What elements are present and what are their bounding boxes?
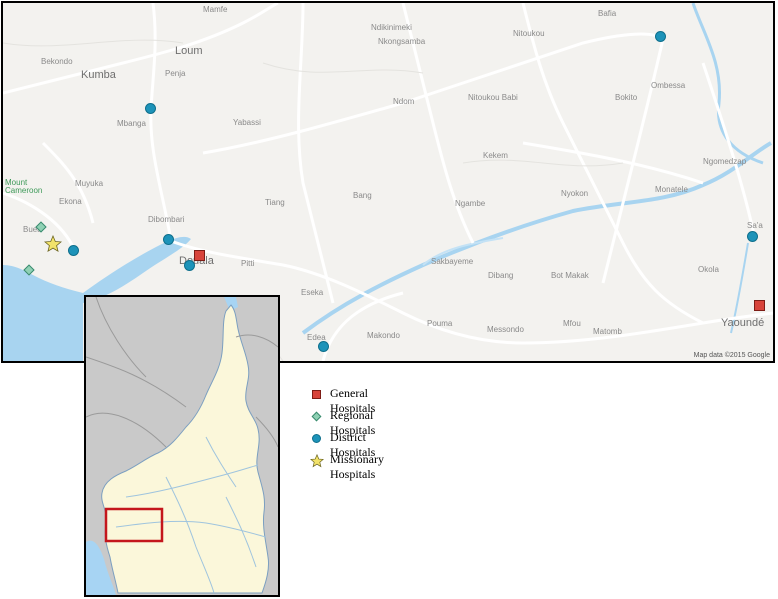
place-label: Makondo xyxy=(367,331,400,340)
place-label: Penja xyxy=(165,69,186,78)
place-label: Nkongsamba xyxy=(378,37,426,46)
place-label: Dibang xyxy=(488,271,514,280)
place-label: Monatele xyxy=(655,185,688,194)
place-label: Matomb xyxy=(593,327,622,336)
place-label: Ngambe xyxy=(455,199,486,208)
district-hospital-marker[interactable] xyxy=(163,234,174,245)
inset-map xyxy=(84,295,280,597)
place-label: Bekondo xyxy=(41,57,73,66)
district-hospital-marker[interactable] xyxy=(68,245,79,256)
place-label: Yabassi xyxy=(233,118,261,127)
square-icon xyxy=(312,390,321,399)
place-label: Ngomedzap xyxy=(703,157,747,166)
wouri-estuary xyxy=(83,236,191,303)
place-label: Ekona xyxy=(59,197,82,206)
star-icon xyxy=(44,235,62,253)
place-label: Loum xyxy=(175,45,203,57)
place-label: Pitti xyxy=(241,259,255,268)
district-hospital-marker[interactable] xyxy=(655,31,666,42)
district-hospital-marker[interactable] xyxy=(318,341,329,352)
district-hospital-marker[interactable] xyxy=(184,260,195,271)
place-label: Yaoundé xyxy=(721,317,765,329)
inset-map-svg xyxy=(86,297,278,595)
place-label: Mfou xyxy=(563,319,581,328)
place-label: Nitoukou Babi xyxy=(468,93,518,102)
map-attribution: Map data ©2015 Google xyxy=(693,352,770,359)
general-hospital-marker[interactable] xyxy=(194,250,205,261)
place-label: Mamfe xyxy=(203,5,228,14)
place-label: Ombessa xyxy=(651,81,686,90)
place-label: Eseka xyxy=(301,288,324,297)
sea-area xyxy=(3,265,83,361)
general-hospital-marker[interactable] xyxy=(754,300,765,311)
place-label: Bang xyxy=(353,191,372,200)
place-label: Sa'a xyxy=(747,221,763,230)
star-icon xyxy=(309,453,325,473)
district-hospital-marker[interactable] xyxy=(747,231,758,242)
place-label: Messondo xyxy=(487,325,524,334)
diamond-icon xyxy=(311,411,322,422)
place-label: Mount Cameroon xyxy=(5,178,43,195)
place-label: Nyokon xyxy=(561,189,589,198)
place-label: Okola xyxy=(698,265,719,274)
place-label: Bafia xyxy=(598,9,617,18)
circle-icon xyxy=(312,434,321,443)
district-hospital-marker[interactable] xyxy=(145,103,156,114)
place-label: Ndom xyxy=(393,97,415,106)
place-label: Nitoukou xyxy=(513,29,545,38)
place-label: Tiang xyxy=(265,198,285,207)
legend-label: Missionary Hospitals xyxy=(330,452,384,481)
place-label: Bot Makak xyxy=(551,271,589,280)
place-label: Pouma xyxy=(427,319,453,328)
place-label: Sakbayeme xyxy=(431,257,474,266)
place-label: Ndikinimeki xyxy=(371,23,412,32)
place-label: Kekem xyxy=(483,151,508,160)
place-label: Kumba xyxy=(81,69,116,81)
place-label: Bokito xyxy=(615,93,638,102)
place-label: Mbanga xyxy=(117,119,146,128)
place-label: Muyuka xyxy=(75,179,104,188)
place-label: Dibombari xyxy=(148,215,185,224)
